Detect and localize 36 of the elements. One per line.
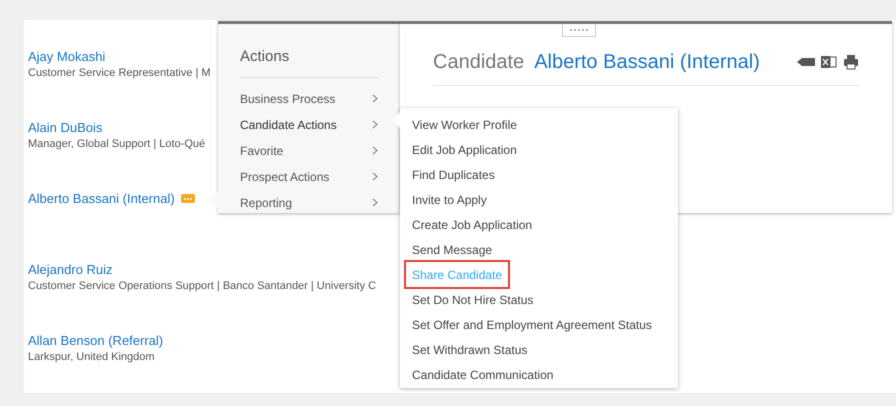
candidate-link[interactable]: Alejandro Ruiz (28, 261, 113, 278)
submenu-item[interactable]: Edit Job Application (406, 137, 523, 162)
candidate-link[interactable]: Alberto Bassani (Internal) (28, 190, 175, 207)
print-icon[interactable] (843, 54, 859, 70)
submenu-item[interactable]: Set Do Not Hire Status (406, 287, 540, 312)
submenu-item[interactable]: Send Message (406, 237, 498, 262)
menu-item[interactable]: Favorite (240, 138, 378, 164)
candidate-link[interactable]: Ajay Mokashi (28, 48, 106, 65)
spreadsheet-icon[interactable] (821, 54, 837, 70)
candidate-detail: Manager, Global Support | Loto-Qué (28, 137, 206, 152)
drag-handle[interactable] (562, 24, 596, 37)
menu-item[interactable]: Business Process (240, 86, 378, 112)
submenu-item[interactable]: Candidate Communication (406, 362, 560, 387)
candidate-link[interactable]: Alain DuBois (28, 119, 102, 136)
submenu-item[interactable]: Create Job Application (406, 212, 538, 237)
menu-item[interactable]: Prospect Actions (240, 164, 378, 190)
candidate-detail: Customer Service Operations Support | Banco Santander | University C (28, 279, 376, 294)
card-label: Candidate (433, 50, 524, 75)
menu-item[interactable]: Reporting (240, 190, 378, 216)
chevron-right-icon (372, 94, 378, 103)
chevron-right-icon (372, 120, 378, 129)
chevron-right-icon (372, 146, 378, 155)
submenu-item[interactable]: View Worker Profile (406, 112, 523, 137)
actions-title: Actions (240, 46, 378, 78)
menu-item[interactable]: Candidate Actions (240, 112, 378, 138)
chevron-right-icon (372, 172, 378, 181)
candidate-link[interactable]: Allan Benson (Referral) (28, 332, 164, 349)
submenu-item[interactable]: Invite to Apply (406, 187, 493, 212)
candidate-detail: Customer Service Representative | M (28, 66, 211, 81)
submenu-item[interactable]: Set Withdrawn Status (406, 337, 534, 362)
tag-icon[interactable] (797, 57, 815, 67)
submenu-item[interactable]: Set Offer and Employment Agreement Status (406, 312, 658, 337)
chevron-right-icon (372, 198, 378, 207)
candidate-name[interactable]: Alberto Bassani (Internal) (534, 47, 760, 77)
submenu-item[interactable]: Find Duplicates (406, 162, 501, 187)
candidate-detail: Larkspur, United Kingdom (28, 350, 155, 365)
